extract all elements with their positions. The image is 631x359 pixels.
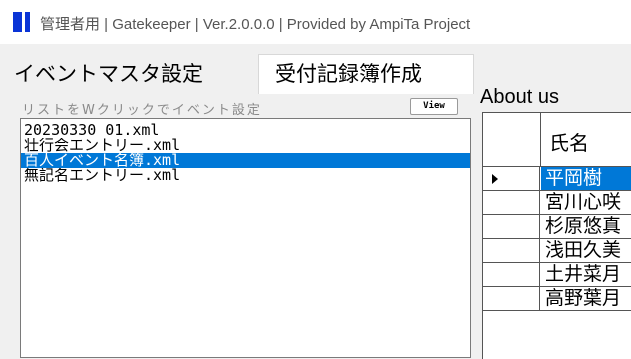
table-row[interactable]: 高野葉月 [483, 287, 631, 311]
row-header[interactable] [483, 239, 540, 262]
name-cell[interactable]: 杉原悠真 [541, 215, 631, 238]
table-row[interactable]: 土井菜月 [483, 263, 631, 287]
tab-event-master[interactable]: イベントマスタ設定 [14, 56, 254, 92]
table-row[interactable]: 平岡樹 [483, 167, 631, 191]
row-header[interactable] [483, 263, 540, 286]
table-row[interactable]: 宮川心咲 [483, 191, 631, 215]
attendee-grid[interactable]: 氏名 平岡樹 宮川心咲 杉原悠真 浅田久美 土井菜月 高野葉月 [482, 112, 631, 359]
grid-header-row: 氏名 [483, 113, 631, 167]
list-hint-label: リストをWクリックでイベント設定 [22, 103, 262, 118]
grid-row-header-corner [483, 113, 541, 166]
name-cell[interactable]: 土井菜月 [541, 263, 631, 286]
name-cell[interactable]: 宮川心咲 [541, 191, 631, 214]
column-header-name[interactable]: 氏名 [549, 127, 589, 156]
list-item[interactable]: 壮行会エントリー.xml [21, 138, 470, 153]
list-item[interactable]: 無記名エントリー.xml [21, 168, 470, 183]
name-cell[interactable]: 浅田久美 [541, 239, 631, 262]
list-item[interactable]: 20230330_01.xml [21, 123, 470, 138]
row-header[interactable] [483, 287, 540, 310]
name-cell[interactable]: 平岡樹 [541, 167, 631, 190]
table-row[interactable]: 浅田久美 [483, 239, 631, 263]
table-row[interactable]: 杉原悠真 [483, 215, 631, 239]
tab-reception-record[interactable]: 受付記録簿作成 [258, 54, 474, 94]
view-button[interactable]: View [410, 98, 458, 115]
row-header[interactable] [483, 167, 540, 190]
title-bar: 管理者用 | Gatekeeper | Ver.2.0.0.0 | Provid… [0, 0, 631, 44]
app-logo-icon [13, 12, 30, 32]
window-title: 管理者用 | Gatekeeper | Ver.2.0.0.0 | Provid… [40, 16, 471, 33]
tab-about-us[interactable]: About us [476, 82, 606, 112]
row-header[interactable] [483, 191, 540, 214]
list-item-selected[interactable]: 百人イベント名簿.xml [21, 153, 470, 168]
current-row-arrow-icon [492, 174, 498, 184]
event-file-list[interactable]: 20230330_01.xml 壮行会エントリー.xml 百人イベント名簿.xm… [20, 118, 471, 358]
row-header[interactable] [483, 215, 540, 238]
name-cell[interactable]: 高野葉月 [541, 287, 631, 310]
